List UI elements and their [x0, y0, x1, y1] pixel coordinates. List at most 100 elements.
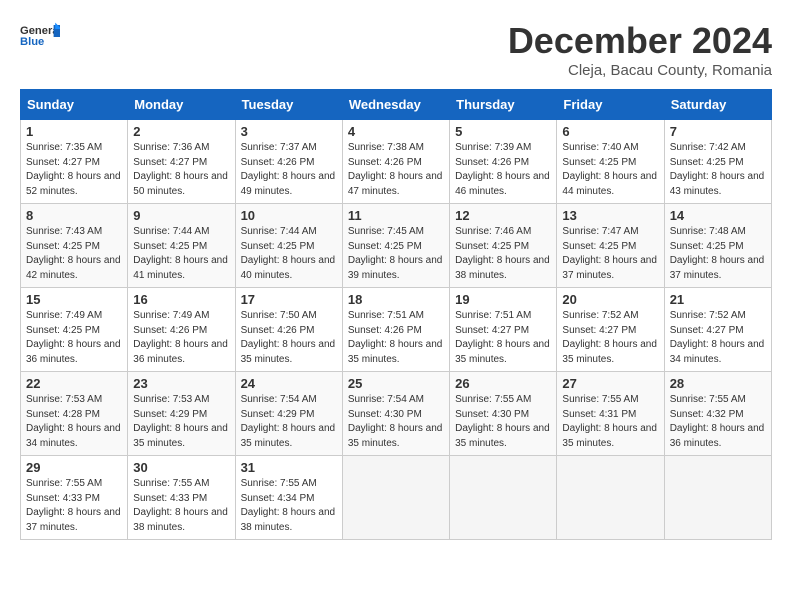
month-title: December 2024	[508, 20, 772, 62]
day-number: 24	[241, 376, 337, 391]
day-info: Sunrise: 7:55 AMSunset: 4:33 PMDaylight:…	[26, 477, 122, 535]
day-number: 7	[670, 124, 766, 139]
calendar-week-4: 22 Sunrise: 7:53 AMSunset: 4:28 PMDaylig…	[21, 372, 772, 456]
calendar-cell	[450, 456, 557, 540]
day-info: Sunrise: 7:53 AMSunset: 4:28 PMDaylight:…	[26, 393, 122, 451]
day-number: 10	[241, 208, 337, 223]
calendar-cell: 14 Sunrise: 7:48 AMSunset: 4:25 PMDaylig…	[664, 204, 771, 288]
calendar-cell: 3 Sunrise: 7:37 AMSunset: 4:26 PMDayligh…	[235, 120, 342, 204]
day-info: Sunrise: 7:51 AMSunset: 4:27 PMDaylight:…	[455, 309, 551, 367]
day-info: Sunrise: 7:50 AMSunset: 4:26 PMDaylight:…	[241, 309, 337, 367]
calendar-cell: 28 Sunrise: 7:55 AMSunset: 4:32 PMDaylig…	[664, 372, 771, 456]
day-info: Sunrise: 7:55 AMSunset: 4:31 PMDaylight:…	[562, 393, 658, 451]
day-info: Sunrise: 7:53 AMSunset: 4:29 PMDaylight:…	[133, 393, 229, 451]
page-header: General Blue December 2024 Cleja, Bacau …	[20, 20, 772, 79]
calendar-table: SundayMondayTuesdayWednesdayThursdayFrid…	[20, 89, 772, 540]
calendar-cell: 30 Sunrise: 7:55 AMSunset: 4:33 PMDaylig…	[128, 456, 235, 540]
calendar-cell: 1 Sunrise: 7:35 AMSunset: 4:27 PMDayligh…	[21, 120, 128, 204]
calendar-cell: 6 Sunrise: 7:40 AMSunset: 4:25 PMDayligh…	[557, 120, 664, 204]
day-number: 26	[455, 376, 551, 391]
logo: General Blue	[20, 20, 60, 52]
calendar-week-3: 15 Sunrise: 7:49 AMSunset: 4:25 PMDaylig…	[21, 288, 772, 372]
svg-text:Blue: Blue	[20, 36, 44, 48]
calendar-cell: 23 Sunrise: 7:53 AMSunset: 4:29 PMDaylig…	[128, 372, 235, 456]
day-number: 19	[455, 292, 551, 307]
day-info: Sunrise: 7:36 AMSunset: 4:27 PMDaylight:…	[133, 141, 229, 199]
calendar-week-2: 8 Sunrise: 7:43 AMSunset: 4:25 PMDayligh…	[21, 204, 772, 288]
day-info: Sunrise: 7:55 AMSunset: 4:34 PMDaylight:…	[241, 477, 337, 535]
day-number: 21	[670, 292, 766, 307]
day-number: 30	[133, 460, 229, 475]
day-info: Sunrise: 7:55 AMSunset: 4:32 PMDaylight:…	[670, 393, 766, 451]
calendar-cell	[342, 456, 449, 540]
day-info: Sunrise: 7:52 AMSunset: 4:27 PMDaylight:…	[562, 309, 658, 367]
calendar-cell: 9 Sunrise: 7:44 AMSunset: 4:25 PMDayligh…	[128, 204, 235, 288]
calendar-header-friday: Friday	[557, 90, 664, 120]
calendar-cell: 13 Sunrise: 7:47 AMSunset: 4:25 PMDaylig…	[557, 204, 664, 288]
calendar-cell: 12 Sunrise: 7:46 AMSunset: 4:25 PMDaylig…	[450, 204, 557, 288]
calendar-cell: 16 Sunrise: 7:49 AMSunset: 4:26 PMDaylig…	[128, 288, 235, 372]
logo-icon: General Blue	[20, 20, 60, 50]
calendar-cell: 22 Sunrise: 7:53 AMSunset: 4:28 PMDaylig…	[21, 372, 128, 456]
day-info: Sunrise: 7:39 AMSunset: 4:26 PMDaylight:…	[455, 141, 551, 199]
day-info: Sunrise: 7:55 AMSunset: 4:30 PMDaylight:…	[455, 393, 551, 451]
day-number: 28	[670, 376, 766, 391]
day-number: 27	[562, 376, 658, 391]
calendar-cell: 31 Sunrise: 7:55 AMSunset: 4:34 PMDaylig…	[235, 456, 342, 540]
day-info: Sunrise: 7:44 AMSunset: 4:25 PMDaylight:…	[133, 225, 229, 283]
calendar-cell: 5 Sunrise: 7:39 AMSunset: 4:26 PMDayligh…	[450, 120, 557, 204]
calendar-cell	[557, 456, 664, 540]
calendar-cell: 24 Sunrise: 7:54 AMSunset: 4:29 PMDaylig…	[235, 372, 342, 456]
location-subtitle: Cleja, Bacau County, Romania	[508, 62, 772, 79]
calendar-cell: 15 Sunrise: 7:49 AMSunset: 4:25 PMDaylig…	[21, 288, 128, 372]
calendar-cell: 11 Sunrise: 7:45 AMSunset: 4:25 PMDaylig…	[342, 204, 449, 288]
day-info: Sunrise: 7:47 AMSunset: 4:25 PMDaylight:…	[562, 225, 658, 283]
day-number: 31	[241, 460, 337, 475]
calendar-cell: 21 Sunrise: 7:52 AMSunset: 4:27 PMDaylig…	[664, 288, 771, 372]
calendar-header-tuesday: Tuesday	[235, 90, 342, 120]
calendar-cell: 8 Sunrise: 7:43 AMSunset: 4:25 PMDayligh…	[21, 204, 128, 288]
day-info: Sunrise: 7:55 AMSunset: 4:33 PMDaylight:…	[133, 477, 229, 535]
day-number: 4	[348, 124, 444, 139]
day-info: Sunrise: 7:52 AMSunset: 4:27 PMDaylight:…	[670, 309, 766, 367]
day-number: 15	[26, 292, 122, 307]
day-number: 8	[26, 208, 122, 223]
calendar-cell	[664, 456, 771, 540]
day-number: 29	[26, 460, 122, 475]
calendar-cell: 10 Sunrise: 7:44 AMSunset: 4:25 PMDaylig…	[235, 204, 342, 288]
day-number: 2	[133, 124, 229, 139]
calendar-cell: 25 Sunrise: 7:54 AMSunset: 4:30 PMDaylig…	[342, 372, 449, 456]
day-number: 14	[670, 208, 766, 223]
calendar-header-monday: Monday	[128, 90, 235, 120]
day-number: 17	[241, 292, 337, 307]
day-info: Sunrise: 7:38 AMSunset: 4:26 PMDaylight:…	[348, 141, 444, 199]
calendar-cell: 7 Sunrise: 7:42 AMSunset: 4:25 PMDayligh…	[664, 120, 771, 204]
calendar-week-1: 1 Sunrise: 7:35 AMSunset: 4:27 PMDayligh…	[21, 120, 772, 204]
day-info: Sunrise: 7:45 AMSunset: 4:25 PMDaylight:…	[348, 225, 444, 283]
day-info: Sunrise: 7:43 AMSunset: 4:25 PMDaylight:…	[26, 225, 122, 283]
day-info: Sunrise: 7:46 AMSunset: 4:25 PMDaylight:…	[455, 225, 551, 283]
day-info: Sunrise: 7:54 AMSunset: 4:29 PMDaylight:…	[241, 393, 337, 451]
calendar-header-saturday: Saturday	[664, 90, 771, 120]
title-block: December 2024 Cleja, Bacau County, Roman…	[508, 20, 772, 79]
calendar-cell: 2 Sunrise: 7:36 AMSunset: 4:27 PMDayligh…	[128, 120, 235, 204]
day-number: 25	[348, 376, 444, 391]
day-number: 6	[562, 124, 658, 139]
day-number: 22	[26, 376, 122, 391]
day-number: 16	[133, 292, 229, 307]
calendar-body: 1 Sunrise: 7:35 AMSunset: 4:27 PMDayligh…	[21, 120, 772, 540]
day-number: 12	[455, 208, 551, 223]
day-number: 18	[348, 292, 444, 307]
calendar-header-sunday: Sunday	[21, 90, 128, 120]
day-number: 13	[562, 208, 658, 223]
day-info: Sunrise: 7:44 AMSunset: 4:25 PMDaylight:…	[241, 225, 337, 283]
calendar-header-row: SundayMondayTuesdayWednesdayThursdayFrid…	[21, 90, 772, 120]
day-info: Sunrise: 7:49 AMSunset: 4:25 PMDaylight:…	[26, 309, 122, 367]
calendar-cell: 27 Sunrise: 7:55 AMSunset: 4:31 PMDaylig…	[557, 372, 664, 456]
calendar-week-5: 29 Sunrise: 7:55 AMSunset: 4:33 PMDaylig…	[21, 456, 772, 540]
day-info: Sunrise: 7:37 AMSunset: 4:26 PMDaylight:…	[241, 141, 337, 199]
calendar-cell: 17 Sunrise: 7:50 AMSunset: 4:26 PMDaylig…	[235, 288, 342, 372]
day-number: 9	[133, 208, 229, 223]
day-number: 5	[455, 124, 551, 139]
day-info: Sunrise: 7:42 AMSunset: 4:25 PMDaylight:…	[670, 141, 766, 199]
